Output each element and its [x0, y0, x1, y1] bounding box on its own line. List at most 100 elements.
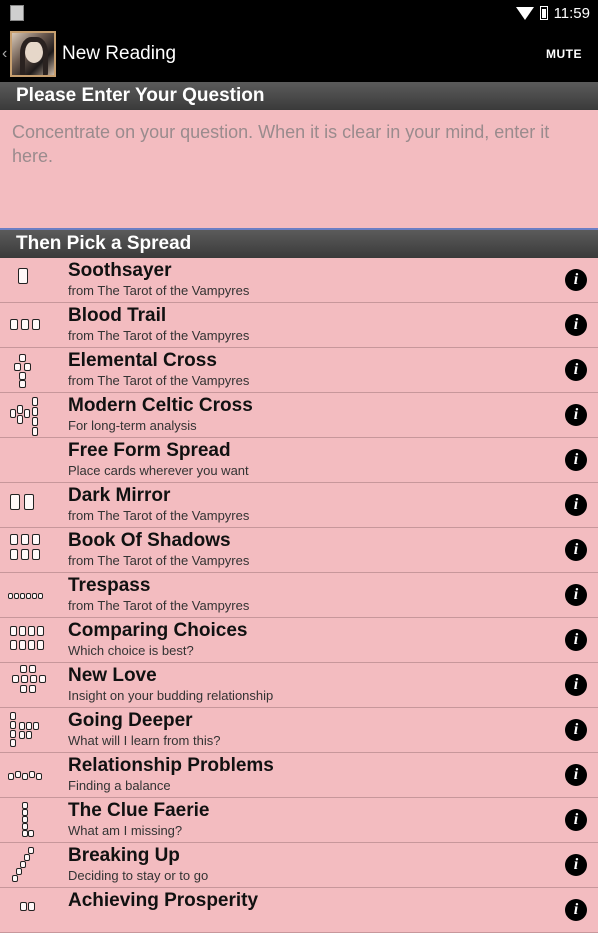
spread-title: Breaking Up — [68, 845, 180, 866]
spread-row[interactable]: Going Deeper What will I learn from this?… — [0, 708, 598, 753]
spread-layout-icon — [0, 663, 60, 707]
info-icon[interactable]: i — [565, 584, 587, 606]
card-shape — [30, 675, 37, 683]
spread-subtitle: Finding a balance — [68, 778, 171, 793]
spread-subtitle: Place cards wherever you want — [68, 463, 249, 478]
card-shape — [19, 354, 26, 362]
spread-title: Achieving Prosperity — [68, 890, 259, 911]
card-shape — [10, 721, 16, 729]
spread-row[interactable]: Book Of Shadows from The Tarot of the Vam… — [0, 528, 598, 573]
card-shape — [10, 494, 20, 510]
spread-subtitle: What will I learn from this? — [68, 733, 221, 748]
info-icon[interactable]: i — [565, 674, 587, 696]
info-icon[interactable]: i — [565, 359, 587, 381]
card-shape — [24, 494, 34, 510]
spread-layout-icon — [0, 708, 60, 752]
card-shape — [28, 626, 35, 636]
spread-subtitle: from The Tarot of the Vampyres — [68, 283, 250, 298]
spread-subtitle: from The Tarot of the Vampyres — [68, 553, 250, 568]
card-shape — [32, 319, 40, 330]
notification-icon — [10, 5, 24, 21]
spread-subtitle: What am I missing? — [68, 823, 183, 838]
mute-button[interactable]: MUTE — [546, 47, 582, 61]
card-shape — [12, 675, 19, 683]
app-avatar[interactable] — [10, 31, 56, 77]
card-shape — [32, 593, 37, 599]
card-shape — [22, 773, 28, 780]
info-icon[interactable]: i — [565, 314, 587, 336]
spread-subtitle: from The Tarot of the Vampyres — [68, 598, 250, 613]
card-shape — [19, 640, 26, 650]
card-shape — [20, 685, 27, 693]
spread-title: Free Form Spread — [68, 440, 231, 461]
card-shape — [8, 593, 13, 599]
question-input[interactable] — [12, 120, 586, 218]
info-icon[interactable]: i — [565, 449, 587, 471]
spread-title: Modern Celtic Cross — [68, 395, 253, 416]
card-shape — [15, 771, 21, 778]
info-icon[interactable]: i — [565, 404, 587, 426]
spread-row[interactable]: Blood Trail from The Tarot of the Vampyre… — [0, 303, 598, 348]
spread-list: Soothsayer from The Tarot of the Vampyres… — [0, 258, 598, 933]
spread-layout-icon — [0, 618, 60, 662]
spread-layout-icon — [0, 843, 60, 887]
info-icon[interactable]: i — [565, 899, 587, 921]
spread-layout-icon — [0, 303, 60, 347]
card-shape — [33, 722, 39, 730]
card-shape — [18, 268, 28, 284]
card-shape — [32, 549, 40, 560]
card-shape — [19, 380, 26, 388]
spread-row[interactable]: Breaking Up Deciding to stay or to go i — [0, 843, 598, 888]
spread-layout-icon — [0, 483, 60, 527]
card-shape — [10, 739, 16, 747]
info-icon[interactable]: i — [565, 269, 587, 291]
spread-row[interactable]: Elemental Cross from The Tarot of the Vam… — [0, 348, 598, 393]
back-chevron-icon[interactable]: ‹ — [2, 45, 10, 63]
spread-row[interactable]: New Love Insight on your budding relation… — [0, 663, 598, 708]
spread-header: Then Pick a Spread — [0, 230, 598, 258]
card-shape — [10, 730, 16, 738]
card-shape — [36, 773, 42, 780]
card-shape — [29, 685, 36, 693]
info-icon[interactable]: i — [565, 854, 587, 876]
card-shape — [32, 534, 40, 545]
spread-row[interactable]: Dark Mirror from The Tarot of the Vampyre… — [0, 483, 598, 528]
card-shape — [19, 731, 25, 739]
card-shape — [28, 640, 35, 650]
spread-layout-icon — [0, 888, 60, 932]
spread-layout-icon — [0, 753, 60, 797]
spread-title: Blood Trail — [68, 305, 167, 326]
info-icon[interactable]: i — [565, 629, 587, 651]
card-shape — [19, 626, 26, 636]
spread-row[interactable]: Trespass from The Tarot of the Vampyres i — [0, 573, 598, 618]
card-shape — [32, 397, 38, 406]
spread-title: Elemental Cross — [68, 350, 217, 371]
question-header: Please Enter Your Question — [0, 82, 598, 110]
spread-row[interactable]: Soothsayer from The Tarot of the Vampyres… — [0, 258, 598, 303]
card-shape — [39, 675, 46, 683]
spread-row[interactable]: Modern Celtic Cross For long-term analysi… — [0, 393, 598, 438]
card-shape — [20, 665, 27, 673]
spread-row[interactable]: Relationship Problems Finding a balance i — [0, 753, 598, 798]
spread-row[interactable]: Comparing Choices Which choice is best? i — [0, 618, 598, 663]
card-shape — [21, 549, 29, 560]
info-icon[interactable]: i — [565, 494, 587, 516]
card-shape — [24, 409, 30, 418]
spread-row[interactable]: The Clue Faerie What am I missing? i — [0, 798, 598, 843]
card-shape — [26, 731, 32, 739]
info-icon[interactable]: i — [565, 809, 587, 831]
spread-row[interactable]: Achieving Prosperity i — [0, 888, 598, 933]
card-shape — [10, 409, 16, 418]
card-shape — [24, 854, 30, 861]
card-shape — [19, 372, 26, 380]
card-shape — [14, 593, 19, 599]
spread-title: Relationship Problems — [68, 755, 274, 776]
info-icon[interactable]: i — [565, 539, 587, 561]
card-shape — [22, 809, 28, 816]
info-icon[interactable]: i — [565, 719, 587, 741]
card-shape — [26, 593, 31, 599]
card-shape — [37, 626, 44, 636]
info-icon[interactable]: i — [565, 764, 587, 786]
card-shape — [22, 816, 28, 823]
spread-row[interactable]: Free Form Spread Place cards wherever you… — [0, 438, 598, 483]
